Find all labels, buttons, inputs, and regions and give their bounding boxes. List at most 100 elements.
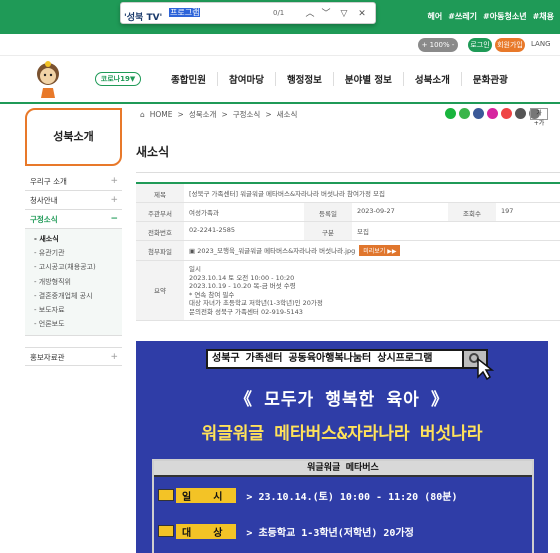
font-size-button[interactable]: 가+가 — [530, 108, 548, 127]
folder-icon — [158, 489, 174, 501]
find-filter-icon[interactable]: ▽ — [337, 7, 351, 21]
breadcrumb-item[interactable]: HOME — [150, 110, 173, 119]
poster-window: 워글워글 메타버스 일 시 > 23.10.14.(토) 10:00 - 11:… — [152, 459, 534, 553]
login-button[interactable]: 로그인 — [468, 38, 492, 52]
sidebar-submenu: 새소식 유관기관 고시공고(채용공고) 개방형직위 결혼중개업체 공시 보도자료… — [25, 229, 122, 337]
summary-line: 2023.10.14 토 오전 10:00 - 10:20 — [189, 273, 295, 282]
breadcrumb-item[interactable]: 새소식 — [277, 109, 298, 120]
sidebar-item-label: 우리구 소개 — [30, 177, 67, 186]
cell-header: 구분 — [304, 222, 352, 240]
sidebar-item-news[interactable]: 구정소식 − — [25, 210, 122, 229]
submenu-item[interactable]: 언론보도 — [25, 317, 122, 331]
cell-header: 등록일 — [304, 203, 352, 221]
poster-row-label: 대 상 — [176, 523, 237, 539]
submenu-item[interactable]: 결혼중개업체 공시 — [25, 289, 122, 303]
collapse-icon: − — [110, 214, 118, 224]
post-phone: 02-2241-2585 — [189, 226, 236, 234]
cell-header: 조회수 — [448, 203, 496, 221]
sidebar-title: 성북소개 — [25, 108, 122, 166]
share-icons — [445, 108, 540, 119]
hashtag[interactable]: #채용 — [533, 11, 554, 22]
summary-line: 대상 자녀가 초등학교 저학년(1-3학년)인 20가정 — [189, 299, 323, 307]
find-close-icon[interactable]: ✕ — [355, 7, 369, 21]
instagram-share-icon[interactable] — [487, 108, 498, 119]
submenu-item[interactable]: 고시공고(채용공고) — [25, 260, 122, 274]
poster-row-value: > 23.10.14.(토) 10:00 - 11:20 (80분) — [246, 491, 458, 503]
nav-item[interactable]: 분야별 정보 — [332, 72, 403, 86]
home-icon[interactable]: ⌂ — [140, 110, 145, 119]
post-summary: 일시 2023.10.14 토 오전 10:00 - 10:20 2023.10… — [184, 261, 560, 320]
table-row: 제목 [성북구 가족센터] 워글워글 메타버스&자라나라 버섯나라 참여가정 모… — [136, 184, 560, 203]
hashtag[interactable]: #아동청소년 — [483, 11, 527, 22]
cell-header: 주관부서 — [136, 203, 184, 221]
summary-line: 일시 — [189, 265, 201, 273]
cell-header: 첨부파일 — [136, 241, 184, 260]
nav-item[interactable]: 종합민원 — [160, 72, 217, 86]
nav-item[interactable]: 문화관광 — [460, 72, 519, 86]
post-dept: 여성가족과 — [189, 209, 219, 217]
table-row: 주관부서 여성가족과 등록일 2023-09-27 조회수 197 — [136, 203, 560, 222]
sidebar-item-label: 홍보자료관 — [30, 353, 65, 363]
image-file-icon: ▣ — [189, 247, 198, 255]
post-type: 모집 — [357, 228, 369, 236]
submenu-item[interactable]: 유관기관 — [25, 246, 122, 260]
mascot-logo-icon[interactable] — [33, 60, 63, 100]
band-share-icon[interactable] — [459, 108, 470, 119]
summary-line: * 연속 참여 필수 — [189, 290, 235, 299]
find-count: 0/1 — [273, 9, 285, 17]
cell-header: 요약 — [136, 261, 184, 320]
nav-item[interactable]: 행정정보 — [274, 72, 333, 86]
submenu-item[interactable]: 보도자료 — [25, 303, 122, 317]
hashtag[interactable]: #쓰레기 — [448, 11, 477, 22]
preview-button[interactable]: 미리보기 ▶▶ — [359, 245, 401, 256]
breadcrumb-separator: > — [221, 110, 228, 119]
nav-item[interactable]: 참여마당 — [216, 72, 275, 86]
corona19-button[interactable]: 코로나19▼ — [95, 72, 141, 86]
sidebar-item-label: 구정소식 — [30, 215, 58, 224]
find-next-icon[interactable]: ﹀ — [319, 7, 333, 21]
nav-item[interactable]: 성북소개 — [402, 72, 461, 86]
cursor-arrow-icon — [477, 357, 494, 381]
print-icon[interactable] — [515, 108, 526, 119]
hashtag[interactable]: 헤어 — [428, 11, 443, 22]
youtube-share-icon[interactable] — [501, 108, 512, 119]
sidebar-item-about[interactable]: 우리구 소개 + — [25, 172, 122, 191]
join-button[interactable]: 회원가입 — [495, 38, 525, 52]
sidebar-menu: 우리구 소개 + 청사안내 + 구정소식 − 새소식 유관기관 고시공고(채용공… — [25, 172, 122, 367]
sbtv-link[interactable]: '성북 TV' — [124, 10, 162, 23]
facebook-share-icon[interactable] — [473, 108, 484, 119]
utility-bar: + 100% - 로그인 회원가입 LANG — [0, 34, 560, 56]
submenu-item[interactable]: 개방형직위 — [25, 275, 122, 289]
post-date: 2023-09-27 — [357, 207, 395, 215]
poster-row: 대 상 > 초등학교 1-3학년(저학년) 20가정 — [158, 523, 414, 539]
main-nav: 종합민원 참여마당 행정정보 분야별 정보 성북소개 문화관광 — [160, 72, 560, 86]
blog-share-icon[interactable] — [445, 108, 456, 119]
sidebar-item-office[interactable]: 청사안내 + — [25, 191, 122, 210]
poster-row: 일 시 > 23.10.14.(토) 10:00 - 11:20 (80분) — [158, 487, 457, 503]
zoom-control[interactable]: + 100% - — [418, 38, 458, 52]
page-title: 새소식 — [136, 145, 170, 159]
event-poster-image: 성북구 가족센터 공동육아행복나눔터 상시프로그램 《 모두가 행복한 육아 》… — [136, 341, 548, 553]
sidebar-item-pr[interactable]: 홍보자료관 + — [25, 347, 122, 367]
expand-icon: + — [110, 352, 118, 363]
table-row: 요약 일시 2023.10.14 토 오전 10:00 - 10:20 2023… — [136, 261, 560, 321]
lang-selector[interactable]: LANG — [531, 40, 551, 48]
breadcrumb-item[interactable]: 성북소개 — [189, 109, 217, 120]
table-row: 첨부파일 ▣ 2023_모행육_워글워글 메타버스&자라나라 버섯나라.jpg 미… — [136, 241, 560, 261]
poster-search-box: 성북구 가족센터 공동육아행복나눔터 상시프로그램 — [206, 349, 464, 369]
expand-icon: + — [110, 195, 118, 205]
poster-headline: 《 모두가 행복한 육아 》 — [234, 390, 450, 410]
breadcrumb: ⌂ HOME > 성북소개 > 구정소식 > 새소식 — [140, 109, 297, 120]
find-query: 프로그램 — [169, 8, 201, 17]
table-row: 전화번호 02-2241-2585 구분 모집 — [136, 222, 560, 241]
breadcrumb-item[interactable]: 구정소식 — [233, 109, 261, 120]
post-detail-table: 제목 [성북구 가족센터] 워글워글 메타버스&자라나라 버섯나라 참여가정 모… — [136, 182, 560, 321]
submenu-item[interactable]: 새소식 — [25, 232, 122, 246]
attachment-link[interactable]: 2023_모행육_워글워글 메타버스&자라나라 버섯나라.jpg — [197, 247, 355, 255]
title-divider — [136, 172, 560, 173]
find-previous-icon[interactable]: ︿ — [303, 7, 317, 21]
find-input[interactable]: 프로그램 — [169, 7, 319, 21]
poster-title: 워글워글 메타버스&자라나라 버섯나라 — [201, 424, 483, 444]
sidebar-item-label: 청사안내 — [30, 196, 58, 205]
summary-line: 문의전화 성북구 가족센터 02-919-5143 — [189, 307, 303, 316]
